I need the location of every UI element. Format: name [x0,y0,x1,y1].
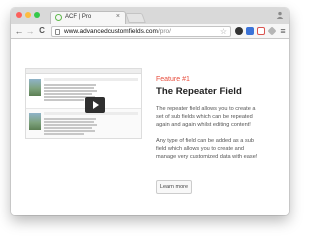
feature-description-line: The repeater field allows you to create … [156,106,256,112]
feature-number-label: Feature #1 [156,76,190,83]
preview-row-1 [26,75,141,107]
reload-icon[interactable]: C [37,26,47,36]
preview-editor-toolbar [44,78,138,81]
learn-more-button[interactable]: Learn more [156,180,192,194]
preview-text-line [44,130,95,132]
tab-strip: ACF | Pro × [11,8,289,24]
address-url: www.advancedcustomfields.com/pro/ [64,27,171,37]
preview-text-line [44,133,84,135]
feature-title: The Repeater Field [156,86,242,97]
preview-row-2 [26,108,141,138]
feature-description-line: again and again whilst editing content! [156,122,251,128]
video-play-icon[interactable] [85,97,105,113]
new-tab-button[interactable] [125,13,146,23]
feature-description: The repeater field allows you to create … [156,105,274,129]
forward-arrow-icon[interactable]: → [25,26,35,36]
zoom-window-button[interactable] [34,12,40,18]
preview-image-thumbnail [29,113,41,130]
extension-icon-blue[interactable] [246,27,254,35]
feature-description-secondary: Any type of field can be added as a sub … [156,137,274,161]
preview-text-line [44,127,92,129]
preview-text-line [44,118,96,120]
feature-description-line: field which allows you to create and [156,146,244,152]
minimize-window-button[interactable] [25,12,31,18]
address-bar[interactable]: www.advancedcustomfields.com/pro/ ☆ [51,26,231,37]
extension-icon-dark[interactable] [235,27,243,35]
tab-acf-pro[interactable]: ACF | Pro × [50,11,126,24]
acf-favicon-icon [55,14,62,21]
preview-image-thumbnail [29,79,41,96]
browser-window: ACF | Pro × ← → C www.advancedcustomfiel… [11,8,289,215]
tab-title: ACF | Pro [65,14,92,20]
feature-description-line: manage very customized data with ease! [156,154,258,160]
menu-icon[interactable]: ≡ [278,26,288,36]
page-content: Feature #1 The Repeater Field The repeat… [11,39,289,215]
preview-text-line [44,93,92,95]
extension-icon-gray[interactable] [267,26,277,36]
preview-header [26,69,141,74]
preview-text-line [44,124,97,126]
back-arrow-icon[interactable]: ← [14,26,24,36]
browser-toolbar: ← → C www.advancedcustomfields.com/pro/ … [11,24,289,39]
user-profile-icon[interactable] [276,11,284,19]
extension-icon-red[interactable] [257,27,265,35]
url-path: /pro/ [157,28,171,35]
close-window-button[interactable] [16,12,22,18]
tab-close-icon[interactable]: × [116,12,120,21]
preview-text-line [44,87,94,89]
preview-text-line [44,121,94,123]
preview-text-line [44,90,97,92]
bookmark-star-icon[interactable]: ☆ [220,27,227,37]
preview-text-line [44,99,84,101]
page-icon [55,29,60,35]
repeater-field-video-preview[interactable] [25,68,142,139]
preview-text-line [44,84,96,86]
feature-description-line: set of sub fields which can be repeated [156,114,253,120]
url-domain: www.advancedcustomfields.com [64,28,158,35]
feature-description-line: Any type of field can be added as a sub [156,138,254,144]
